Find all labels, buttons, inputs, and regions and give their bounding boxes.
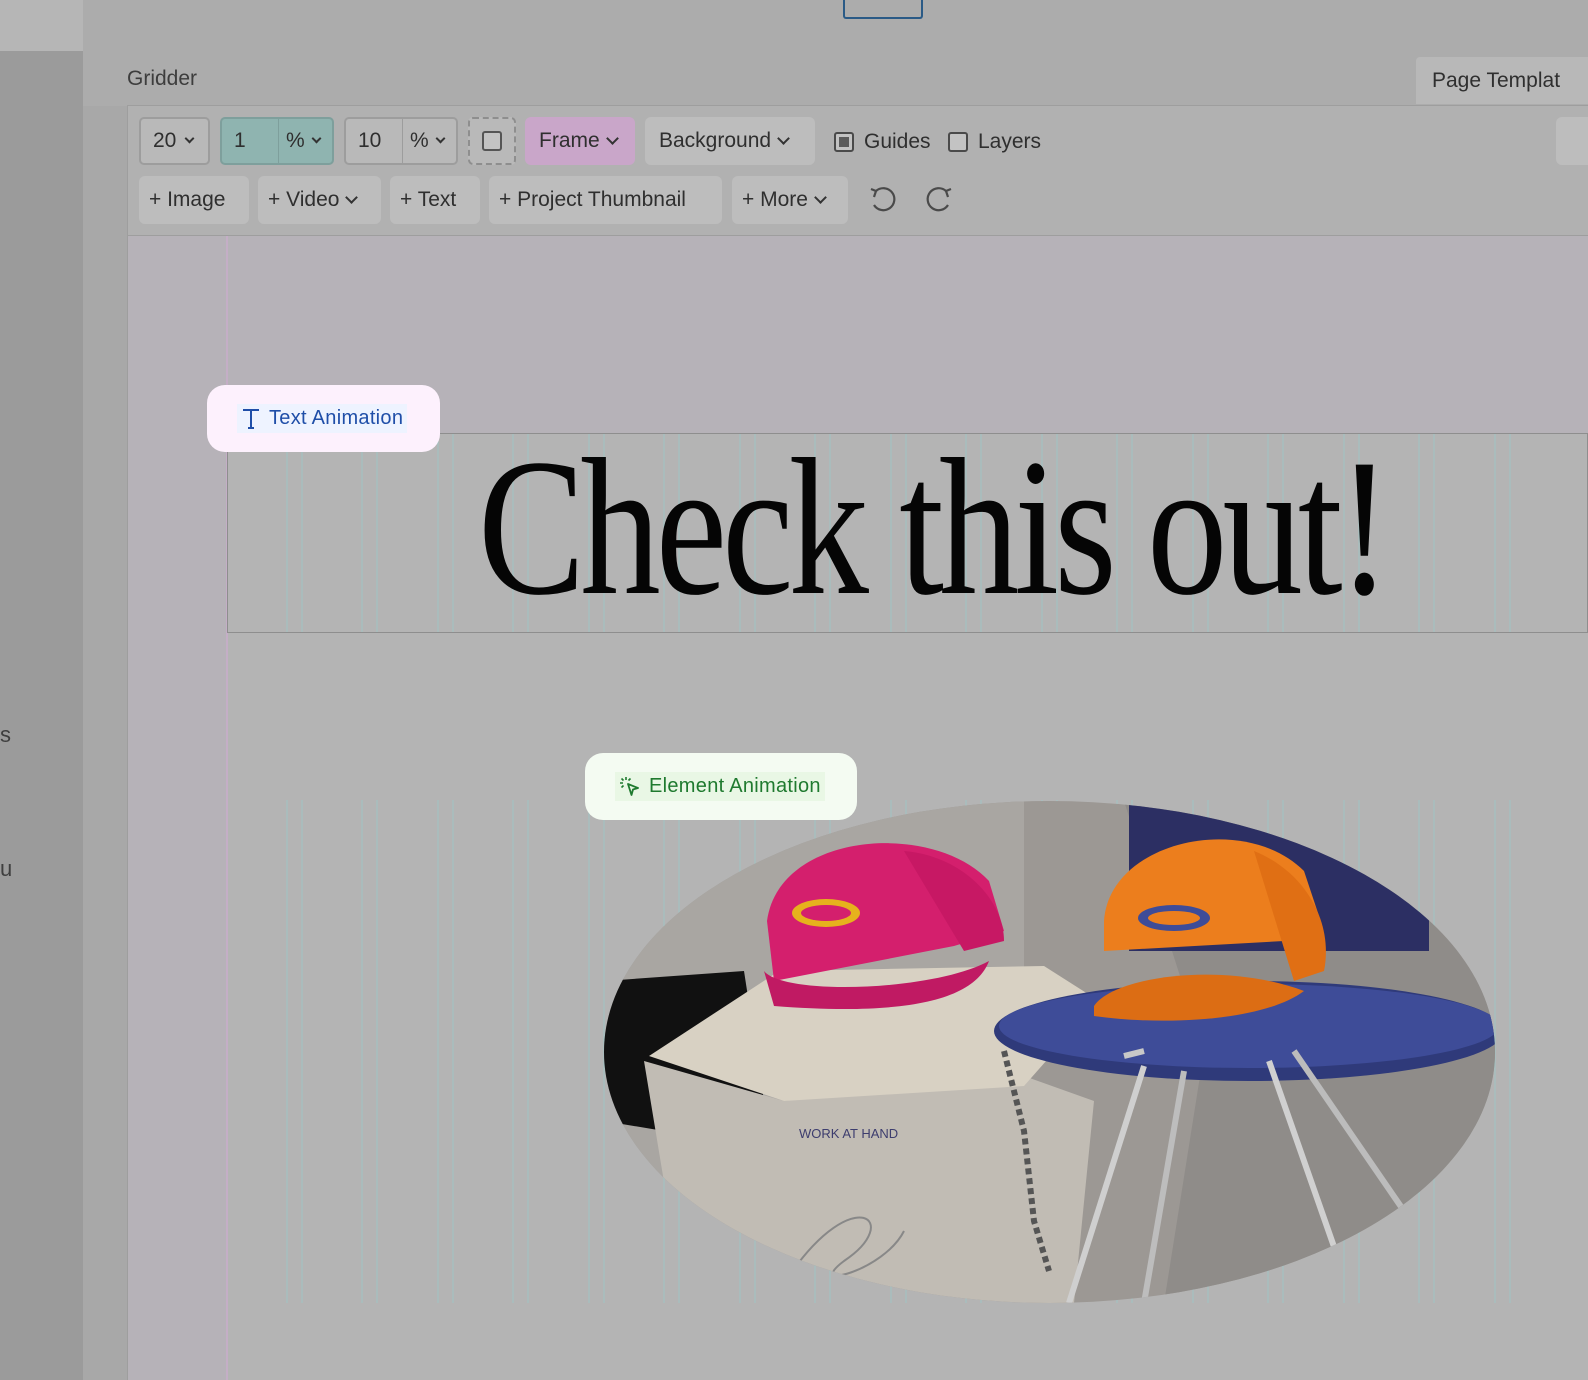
page-templates-button[interactable]: Page Templat [1416, 57, 1588, 104]
frame-label: Frame [539, 129, 600, 152]
gutter-unit-select[interactable]: % [278, 119, 332, 163]
redo-icon[interactable] [921, 183, 955, 217]
columns-select[interactable]: 20 [139, 117, 210, 165]
left-sidebar [0, 0, 83, 1380]
headline-text[interactable]: Check this out! [478, 420, 1391, 636]
frame-outline-toggle[interactable] [468, 117, 516, 165]
photo-box-label: WORK AT HAND [799, 1126, 898, 1141]
margin-input[interactable]: 10 [346, 129, 402, 153]
text-icon [243, 408, 259, 429]
add-more-label: + More [742, 188, 808, 211]
left-sidebar-header [0, 0, 83, 51]
top-selected-outline[interactable] [843, 0, 923, 19]
margin-unit: % [410, 129, 429, 152]
hats-photo[interactable]: WORK AT HAND [604, 801, 1495, 1303]
add-more-button[interactable]: + More [732, 176, 848, 224]
guides-label: Guides [864, 130, 931, 153]
background-label: Background [659, 129, 772, 152]
gutter-field[interactable]: 1 % [220, 117, 334, 165]
sparkle-cursor-icon [620, 776, 639, 796]
toolbar-right-button[interactable] [1556, 117, 1588, 165]
text-animation-tag[interactable]: Text Animation [207, 385, 440, 452]
chevron-down-icon [777, 132, 790, 145]
gutter-input[interactable]: 1 [222, 129, 278, 153]
chevron-down-icon [345, 191, 359, 204]
background-button[interactable]: Background [645, 117, 815, 165]
chevron-down-icon [605, 132, 619, 145]
layers-toggle[interactable]: Layers [948, 130, 1041, 154]
add-text-button[interactable]: + Text [390, 176, 480, 224]
guides-toggle[interactable]: Guides [834, 130, 931, 154]
section-title: Gridder [127, 67, 198, 90]
gridder-toolbar: 20 1 % 10 % Frame Background Guides Laye… [127, 105, 1588, 236]
margin-field[interactable]: 10 % [344, 117, 458, 165]
square-icon [482, 131, 502, 151]
columns-value: 20 [153, 129, 177, 152]
chevron-down-icon [435, 133, 446, 144]
margin-unit-select[interactable]: % [402, 119, 456, 163]
element-animation-label: Element Animation [649, 775, 821, 797]
sidebar-text-fragment: s [0, 722, 11, 747]
add-video-label: + Video [268, 188, 340, 211]
top-area [83, 0, 1588, 106]
layers-label: Layers [978, 130, 1042, 153]
text-animation-label: Text Animation [269, 407, 404, 429]
guides-checkbox[interactable] [834, 132, 854, 152]
undo-icon[interactable] [867, 183, 901, 217]
element-animation-tag[interactable]: Element Animation [585, 753, 857, 820]
add-video-button[interactable]: + Video [258, 176, 381, 224]
frame-button[interactable]: Frame [525, 117, 635, 165]
gutter-unit: % [286, 129, 305, 152]
sidebar-text-fragment: u [0, 856, 13, 881]
add-project-thumbnail-button[interactable]: + Project Thumbnail [489, 176, 722, 224]
add-image-button[interactable]: + Image [139, 176, 249, 224]
layers-checkbox[interactable] [948, 132, 968, 152]
chevron-down-icon [311, 133, 322, 144]
chevron-down-icon [184, 133, 195, 144]
chevron-down-icon [814, 191, 827, 204]
